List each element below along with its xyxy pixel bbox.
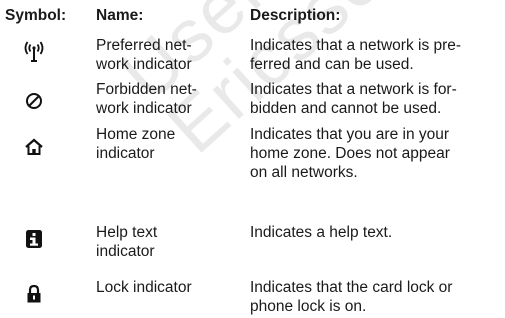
lock-icon (22, 282, 46, 306)
home-icon (22, 135, 46, 159)
row-description: Indicates that a network is pre- ferred … (250, 37, 462, 73)
table-row: Forbidden net- work indicator Indicates … (0, 80, 505, 120)
table-header: Symbol: Name: Description: (0, 6, 505, 28)
table-row: Lock indicator Indicates that the card l… (0, 278, 505, 318)
header-symbol: Symbol: (5, 7, 67, 24)
header-description: Description: (250, 7, 341, 24)
antenna-icon (22, 39, 46, 63)
table-row: Help text indicator Indicates a help tex… (0, 223, 505, 263)
table-row: Home zone indicator Indicates that you a… (0, 125, 505, 185)
row-name: Help text indicator (96, 224, 158, 260)
row-name: Home zone indicator (96, 126, 176, 162)
table-row: Preferred net- work indicator Indicates … (0, 36, 505, 76)
row-description: Indicates that a network is for- bidden … (250, 81, 457, 117)
forbidden-icon (22, 89, 46, 113)
info-icon (22, 227, 46, 251)
row-name: Forbidden net- work indicator (96, 81, 197, 117)
row-name: Preferred net- work indicator (96, 37, 192, 73)
manual-page: Users Ericsson AB Symbol: Name: Descript… (0, 0, 505, 318)
row-description: Indicates that you are in your home zone… (250, 126, 450, 181)
row-description: Indicates a help text. (250, 224, 393, 241)
row-description: Indicates that the card lock or phone lo… (250, 279, 453, 315)
header-name: Name: (96, 7, 144, 24)
row-name: Lock indicator (96, 279, 192, 296)
